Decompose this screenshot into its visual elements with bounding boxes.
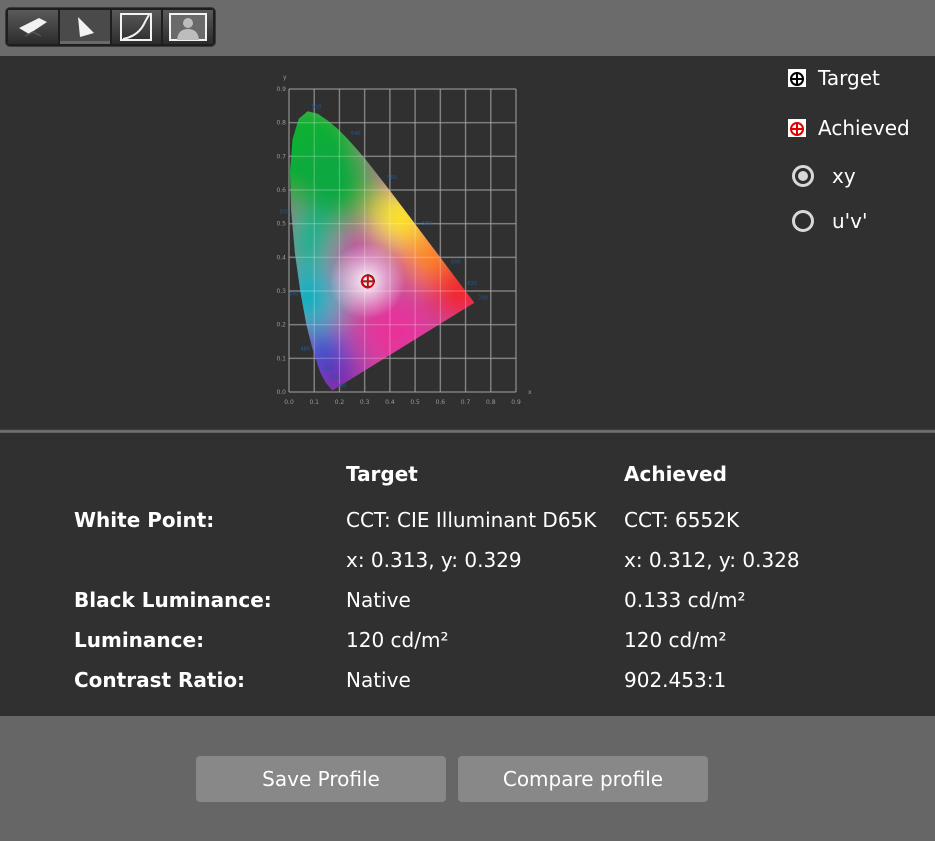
y-tick-label: 0.1 xyxy=(276,355,286,362)
x-tick-label: 0.8 xyxy=(486,399,496,406)
wavelength-label: 380 xyxy=(337,383,347,389)
wavelength-label: 460 xyxy=(329,375,339,381)
y-tick-label: 0.0 xyxy=(276,389,286,396)
col-header-achieved: Achieved xyxy=(624,462,727,486)
radio-uv-label[interactable]: u'v' xyxy=(832,209,868,233)
tone-curve-icon xyxy=(120,13,153,41)
y-tick-label: 0.7 xyxy=(276,153,286,160)
y-tick-label: 0.2 xyxy=(276,322,286,329)
col-header-target: Target xyxy=(346,462,418,486)
y-tick-label: 0.6 xyxy=(276,187,286,194)
x-tick-label: 0.2 xyxy=(335,399,345,406)
achieved-marker-icon xyxy=(788,119,806,137)
wavelength-label: 540 xyxy=(351,131,361,137)
x-tick-label: 0.5 xyxy=(410,399,420,406)
legend-target: Target xyxy=(788,66,880,90)
curve-mode-button[interactable] xyxy=(111,10,162,44)
luminance-achieved: 120 cd/m² xyxy=(624,628,727,652)
x-tick-label: 0.6 xyxy=(436,399,446,406)
y-tick-label: 0.5 xyxy=(276,221,286,228)
y-tick-label: 0.4 xyxy=(276,254,286,261)
x-axis-label: x xyxy=(528,389,532,396)
wavelength-label: 480 xyxy=(300,346,310,352)
contrast-ratio-achieved: 902.453:1 xyxy=(624,668,727,692)
row-label-contrast-ratio: Contrast Ratio: xyxy=(74,668,246,692)
person-image-icon xyxy=(169,13,208,41)
save-profile-button[interactable]: Save Profile xyxy=(196,756,446,802)
y-tick-label: 0.9 xyxy=(276,86,286,93)
wavelength-label: 580 xyxy=(422,221,432,227)
cie-chromaticity-chart: 0.0 0.1 0.2 0.3 0.4 0.5 0.6 0.7 0.8 0.9 0.0 0.1 0.2 0… xyxy=(276,74,532,406)
target-marker-icon xyxy=(788,69,806,87)
white-point-target-xy: x: 0.313, y: 0.329 xyxy=(346,548,522,572)
luminance-target: 120 cd/m² xyxy=(346,628,449,652)
x-tick-label: 0.7 xyxy=(461,399,471,406)
wavelength-label: 560 xyxy=(387,175,397,181)
contrast-ratio-target: Native xyxy=(346,668,411,692)
wavelength-label: 600 xyxy=(451,260,461,266)
radio-xy-button[interactable] xyxy=(792,165,814,187)
y-axis-label: y xyxy=(283,74,287,81)
row-label-white-point: White Point: xyxy=(74,508,215,532)
black-luminance-achieved: 0.133 cd/m² xyxy=(624,588,746,612)
radio-uv-button[interactable] xyxy=(792,210,814,232)
legend-achieved: Achieved xyxy=(788,116,910,140)
wavelength-label: 490 xyxy=(289,292,299,298)
image-mode-button[interactable] xyxy=(163,10,213,44)
y-tick-label: 0.8 xyxy=(276,120,286,127)
legend-target-label: Target xyxy=(818,66,880,90)
view-mode-group xyxy=(6,8,215,46)
radio-xy-label[interactable]: xy xyxy=(832,164,856,188)
gamut-mode-button[interactable] xyxy=(59,10,110,44)
wavelength-label: 470 xyxy=(324,366,334,372)
row-label-luminance: Luminance: xyxy=(74,628,205,652)
legend-achieved-label: Achieved xyxy=(818,116,910,140)
white-point-achieved-xy: x: 0.312, y: 0.328 xyxy=(624,548,800,572)
row-label-black-luminance: Black Luminance: xyxy=(74,588,272,612)
display-mode-button[interactable] xyxy=(8,10,58,44)
wavelength-label: 500 xyxy=(280,210,290,216)
white-point-achieved-cct: CCT: 6552K xyxy=(624,508,740,532)
wavelength-label: 700 xyxy=(478,296,488,302)
radio-xy[interactable]: xy xyxy=(792,164,856,188)
x-tick-label: 0.0 xyxy=(284,399,294,406)
x-tick-label: 0.1 xyxy=(309,399,319,406)
compare-profile-button[interactable]: Compare profile xyxy=(458,756,708,802)
radio-uv[interactable]: u'v' xyxy=(792,209,868,233)
wavelength-label: 520 xyxy=(312,104,322,110)
gamut-triangle-icon xyxy=(77,17,94,37)
y-tick-label: 0.3 xyxy=(276,288,286,295)
x-tick-label: 0.4 xyxy=(385,399,395,406)
wavelength-label: 620 xyxy=(467,281,477,287)
black-luminance-target: Native xyxy=(346,588,411,612)
toolbar xyxy=(0,0,935,56)
x-tick-label: 0.9 xyxy=(511,399,521,406)
white-point-target-cct: CCT: CIE Illuminant D65K xyxy=(346,508,597,532)
display-icon xyxy=(18,18,47,37)
x-tick-label: 0.3 xyxy=(360,399,370,406)
